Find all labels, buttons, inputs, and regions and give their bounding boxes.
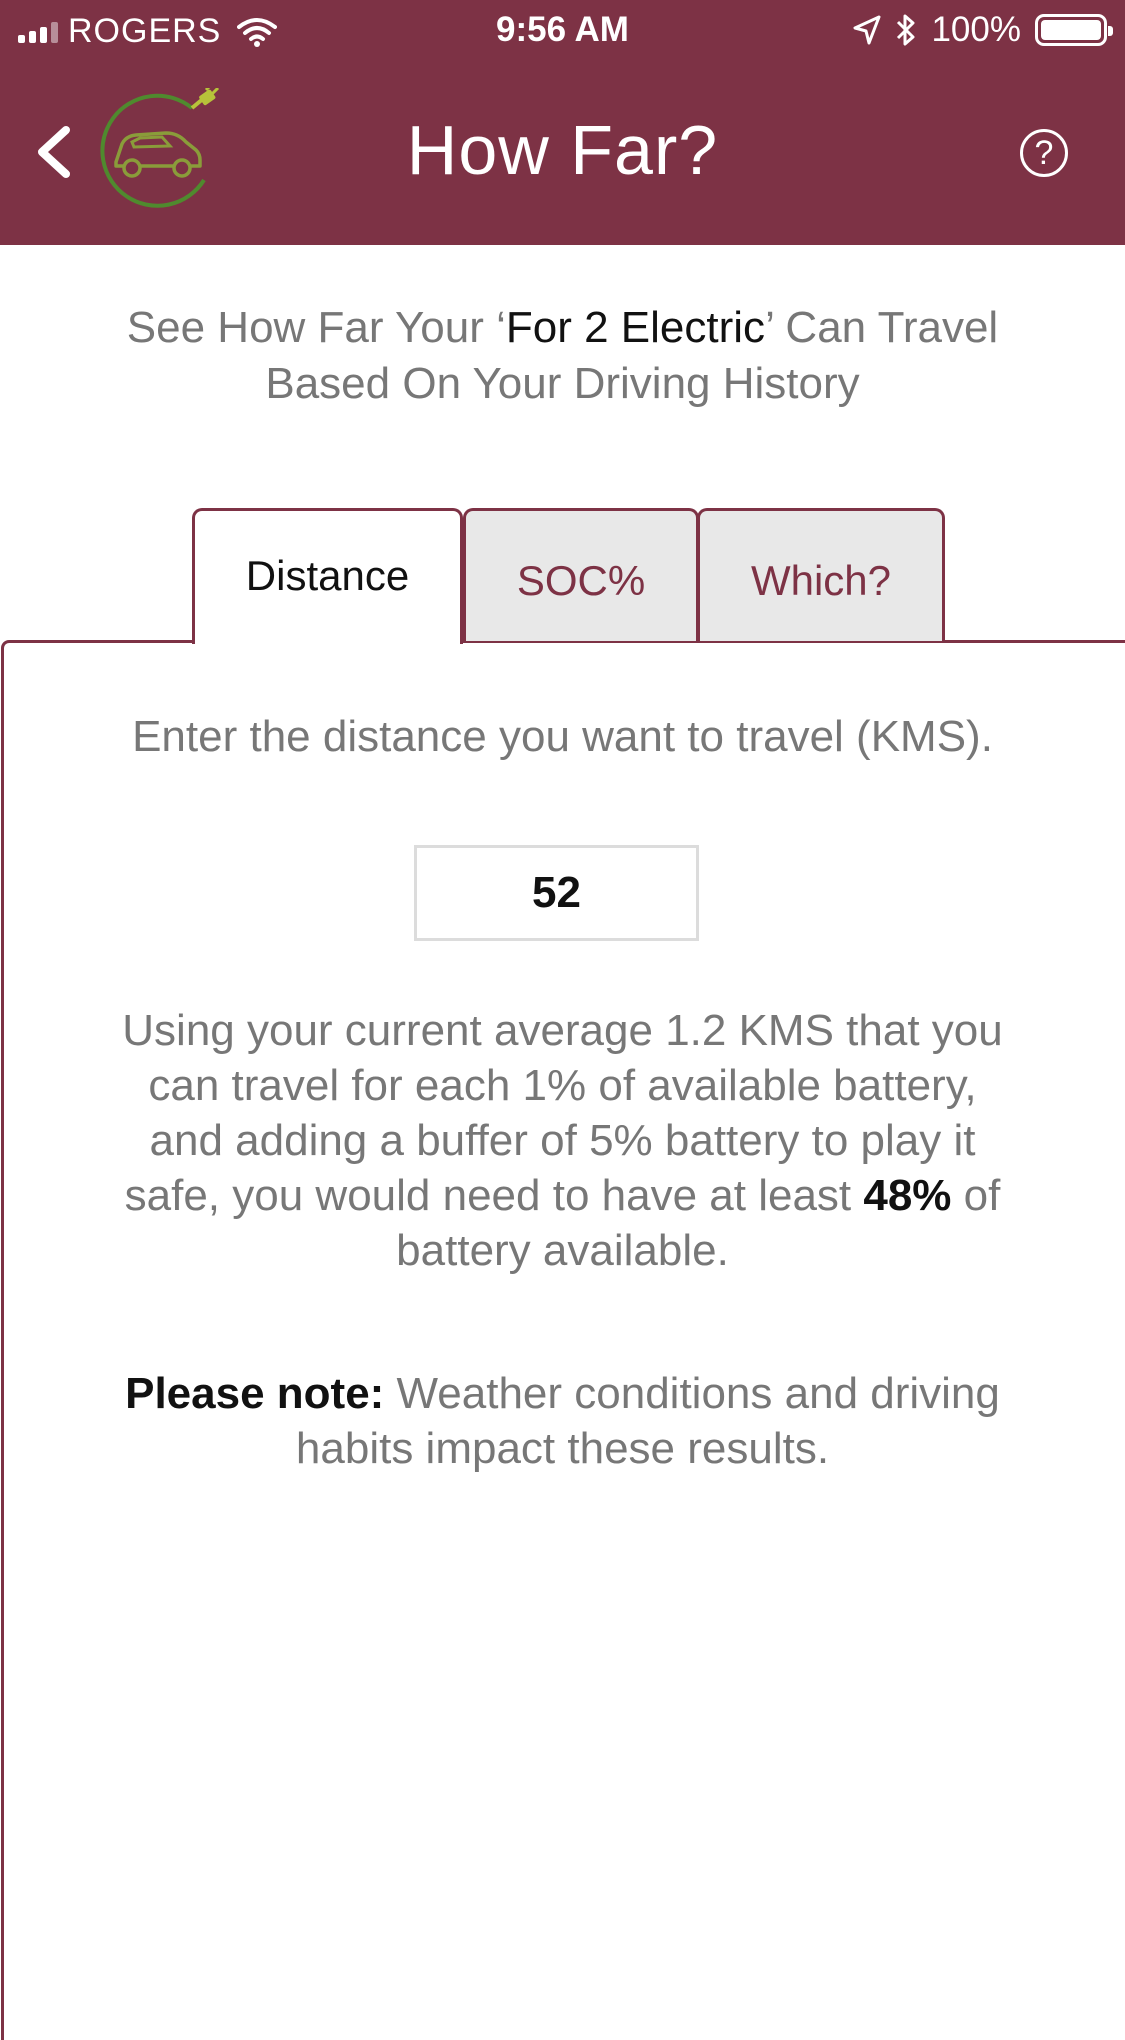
bluetooth-icon xyxy=(897,14,915,46)
top-bar: ROGERS 9:56 AM 100% How Far? ? xyxy=(0,0,1125,245)
tab-soc[interactable]: SOC% xyxy=(463,508,699,641)
note-body: Weather conditions and driving habits im… xyxy=(295,1369,1000,1473)
note-label: Please note: xyxy=(125,1369,385,1418)
car-name: For 2 Electric xyxy=(505,303,766,352)
battery-icon xyxy=(1035,14,1113,46)
distance-input[interactable] xyxy=(414,845,699,941)
help-icon[interactable]: ? xyxy=(1020,129,1068,177)
status-right: 100% xyxy=(853,10,1113,50)
intro-text: See How Far Your ‘For 2 Electric’ Can Tr… xyxy=(40,300,1085,412)
tab-distance[interactable]: Distance xyxy=(192,508,463,644)
note-text: Please note: Weather conditions and driv… xyxy=(110,1366,1015,1476)
battery-percent: 100% xyxy=(931,10,1021,49)
tab-which[interactable]: Which? xyxy=(697,508,945,641)
page-title: How Far? xyxy=(406,111,719,189)
intro-part1: See How Far Your ‘ xyxy=(126,303,506,352)
intro-part2: ’ Can Travel xyxy=(765,303,999,352)
result-text: Using your current average 1.2 KMS that … xyxy=(110,1003,1015,1278)
status-bar: ROGERS 9:56 AM 100% xyxy=(0,0,1125,62)
intro-line2: Based On Your Driving History xyxy=(265,359,860,408)
distance-prompt: Enter the distance you want to travel (K… xyxy=(132,712,993,761)
required-percent: 48% xyxy=(863,1171,952,1220)
location-icon xyxy=(853,15,881,45)
